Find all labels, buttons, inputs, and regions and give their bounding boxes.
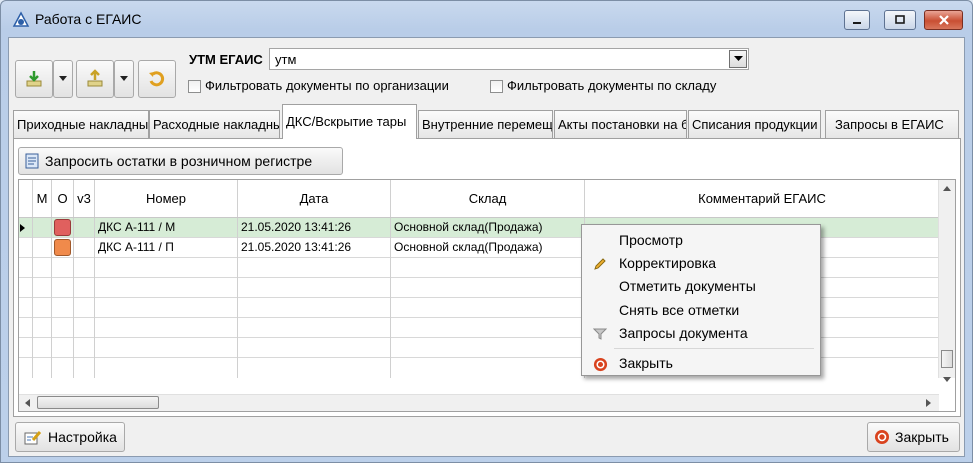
filter-store-checkbox[interactable]: [490, 80, 503, 93]
row-pointer-icon: [20, 224, 25, 232]
tab-internal-transfers[interactable]: Внутренние перемещения: [418, 110, 553, 138]
client-area: УТМ ЕГАИС утм Фильтровать документы по о…: [8, 37, 965, 457]
refresh-button[interactable]: [138, 60, 176, 98]
request-stock-label: Запросить остатки в розничном регистре: [45, 153, 313, 169]
menu-item-document-requests[interactable]: Запросы документа: [582, 322, 820, 344]
pencil-icon: [592, 256, 608, 272]
vertical-scroll-thumb[interactable]: [941, 350, 953, 368]
cell-status: [52, 218, 74, 238]
menu-item-edit[interactable]: Корректировка: [582, 252, 820, 274]
context-menu: Просмотр Корректировка Отметить документ…: [581, 224, 821, 376]
upload-button[interactable]: [76, 60, 114, 98]
utm-label: УТМ ЕГАИС: [189, 52, 263, 67]
settings-button[interactable]: Настройка: [15, 422, 125, 452]
col-header-store[interactable]: Склад: [391, 180, 585, 217]
chevron-down-icon: [733, 56, 743, 61]
menu-item-label: Снять все отметки: [619, 302, 740, 318]
horizontal-scrollbar[interactable]: [19, 394, 939, 411]
app-icon: [12, 11, 30, 27]
col-header-m[interactable]: М: [33, 180, 52, 217]
menu-item-close[interactable]: Закрыть: [582, 352, 820, 374]
cell-v3: [74, 238, 95, 258]
menu-item-label: Просмотр: [619, 232, 683, 248]
vertical-scrollbar[interactable]: [938, 180, 955, 382]
col-header-v3[interactable]: v3: [74, 180, 95, 217]
cell-date: 21.05.2020 13:41:26: [238, 238, 391, 258]
menu-item-label: Закрыть: [619, 355, 673, 371]
chevron-down-icon: [59, 76, 67, 81]
cell-number: ДКС А-111 / М: [95, 218, 238, 238]
tab-incoming[interactable]: Приходные накладные: [13, 110, 149, 138]
tab-writeoffs[interactable]: Списания продукции: [688, 110, 821, 138]
col-header-o[interactable]: О: [52, 180, 74, 217]
utm-select[interactable]: утм: [269, 48, 749, 70]
cell-store: Основной склад(Продажа): [391, 218, 585, 238]
menu-item-label: Запросы документа: [619, 325, 748, 341]
close-circle-icon: [875, 430, 889, 444]
main-window: Работа с ЕГАИС УТМ ЕГАИС утм Фильтровать…: [0, 0, 973, 463]
menu-item-label: Отметить документы: [619, 278, 756, 294]
tab-strip: Приходные накладные Расходные накладные …: [13, 104, 963, 139]
row-indicator-header: [19, 180, 33, 217]
close-circle-icon: [592, 356, 608, 372]
filter-store-label: Фильтровать документы по складу: [507, 78, 717, 93]
cell-v3: [74, 218, 95, 238]
tab-egais-requests[interactable]: Запросы в ЕГАИС: [825, 110, 959, 138]
document-icon: [25, 153, 39, 169]
upload-dropdown[interactable]: [114, 60, 134, 98]
download-button[interactable]: [15, 60, 53, 98]
title-bar[interactable]: Работа с ЕГАИС: [1, 1, 972, 37]
cell-m[interactable]: [33, 238, 52, 258]
close-icon: [938, 15, 949, 25]
row-indicator: [19, 218, 33, 238]
grid-header: М О v3 Номер Дата Склад Комментарий ЕГАИ…: [19, 180, 939, 218]
download-icon: [26, 71, 42, 87]
menu-item-unmark-all[interactable]: Снять все отметки: [582, 299, 820, 321]
scroll-right-icon[interactable]: [921, 395, 935, 411]
scroll-left-icon[interactable]: [21, 395, 35, 411]
utm-select-value: утм: [275, 52, 297, 67]
cell-status: [52, 238, 74, 258]
col-header-date[interactable]: Дата: [238, 180, 391, 217]
cell-number: ДКС А-111 / П: [95, 238, 238, 258]
menu-item-mark-documents[interactable]: Отметить документы: [582, 275, 820, 297]
maximize-button[interactable]: [884, 10, 916, 30]
filter-org-label: Фильтровать документы по организации: [205, 78, 449, 93]
col-header-comment[interactable]: Комментарий ЕГАИС: [585, 180, 939, 217]
upload-icon: [87, 69, 103, 87]
horizontal-scroll-thumb[interactable]: [37, 396, 159, 409]
menu-item-view[interactable]: Просмотр: [582, 229, 820, 251]
status-badge: [54, 219, 71, 236]
chevron-down-icon: [120, 76, 128, 81]
download-dropdown[interactable]: [53, 60, 73, 98]
close-window-button[interactable]: [924, 10, 963, 30]
cell-store: Основной склад(Продажа): [391, 238, 585, 258]
window-title: Работа с ЕГАИС: [35, 11, 142, 27]
tab-dks[interactable]: ДКС/Вскрытие тары: [282, 104, 417, 139]
minimize-icon: [853, 22, 861, 24]
settings-icon: [24, 431, 42, 445]
cell-date: 21.05.2020 13:41:26: [238, 218, 391, 238]
scroll-down-icon[interactable]: [939, 373, 955, 387]
request-stock-button[interactable]: Запросить остатки в розничном регистре: [18, 147, 343, 175]
scroll-up-icon[interactable]: [939, 182, 955, 196]
settings-label: Настройка: [48, 429, 117, 445]
menu-item-label: Корректировка: [619, 255, 717, 271]
refresh-icon: [149, 71, 165, 87]
cell-m[interactable]: [33, 218, 52, 238]
status-badge: [54, 239, 71, 256]
menu-separator: [614, 348, 814, 349]
minimize-button[interactable]: [844, 10, 870, 30]
row-indicator: [19, 238, 33, 258]
maximize-icon: [895, 15, 905, 24]
close-button[interactable]: Закрыть: [867, 422, 960, 452]
tab-balance-acts[interactable]: Акты постановки на баланс: [554, 110, 687, 138]
tab-outgoing[interactable]: Расходные накладные: [149, 110, 280, 138]
funnel-icon: [592, 326, 608, 342]
filter-org-checkbox[interactable]: [188, 80, 201, 93]
utm-select-arrow[interactable]: [729, 50, 747, 68]
col-header-number[interactable]: Номер: [95, 180, 238, 217]
close-label: Закрыть: [895, 429, 949, 445]
